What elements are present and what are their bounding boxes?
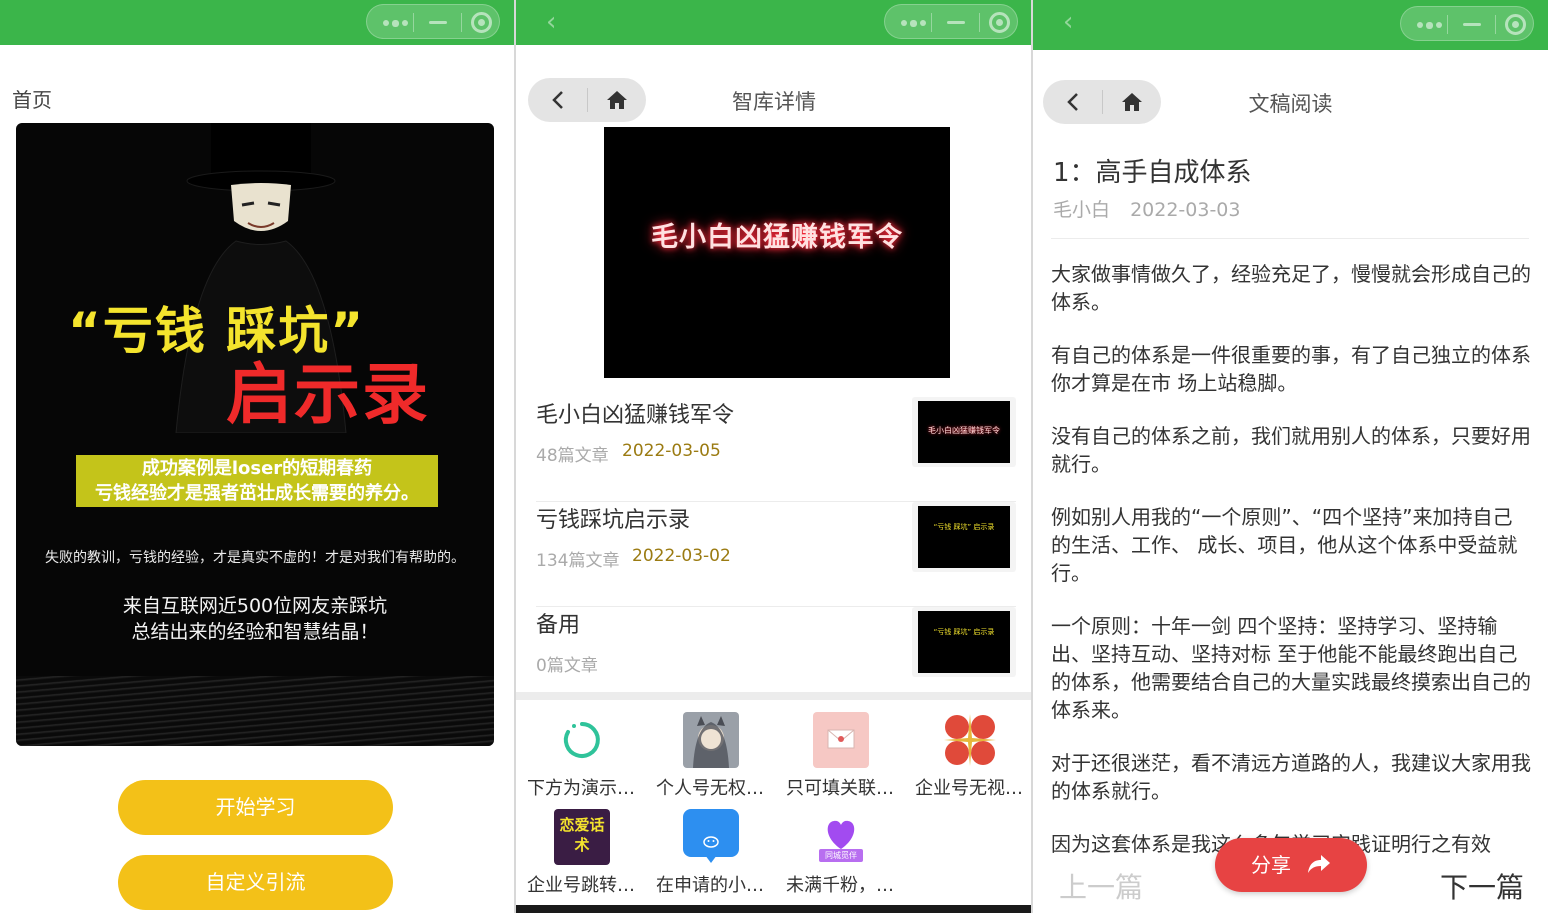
minimize-icon[interactable]: [947, 21, 965, 24]
envelope-icon: [813, 712, 869, 768]
traffic-gold-icon: [942, 712, 998, 768]
article-date: 2022-03-03: [1130, 199, 1241, 221]
close-target-icon[interactable]: [989, 12, 1010, 33]
app-label: 只可填关联…: [786, 778, 894, 799]
app-tile[interactable]: 恋爱话术 企业号跳转…: [521, 809, 641, 899]
share-label: 分享: [1251, 853, 1291, 877]
share-button[interactable]: 分享: [1215, 838, 1367, 892]
poster-mid-line2: 总结出来的经验和智慧结晶！: [131, 621, 379, 643]
article-reading-panel: ‹ 文稿阅读 1：高手自成体系 毛小白 2022-03-03 大家做事情做久了，…: [1033, 0, 1548, 913]
close-target-icon[interactable]: [471, 12, 492, 33]
page-title: 智库详情: [732, 90, 816, 114]
article-paragraph: 例如别人用我的“一个原则”、“四个坚持”来加持自己的生活、工作、 成长、项目，他…: [1051, 505, 1518, 585]
mini-program-capsule: [366, 4, 500, 39]
poster-band-line1: 成功案例是loser的短期春药: [141, 458, 373, 479]
start-learning-button[interactable]: 开始学习: [118, 780, 393, 835]
thumb-text: 毛小白凶猛赚钱军令: [928, 426, 1000, 435]
app-label: 下方为演示…: [527, 778, 635, 799]
section-separator: [516, 692, 1032, 700]
mini-program-capsule: [884, 4, 1018, 39]
app-tile[interactable]: 只可填关联…: [780, 712, 900, 802]
girl-avatar-icon: [683, 712, 739, 768]
previous-article-button[interactable]: 上一篇: [1059, 866, 1143, 906]
minimize-icon[interactable]: [429, 21, 447, 24]
article-paragraph: 大家做事情做久了，经验充足了，慢慢就会形成自己的体系。: [1051, 262, 1531, 314]
more-icon[interactable]: [1417, 21, 1442, 29]
heart-icon-text: 同城觅伴: [825, 851, 857, 860]
thumb-text: “亏钱 踩坑” 启示录: [933, 628, 995, 636]
app-label: 未满千粉，…: [786, 875, 894, 896]
banner-text: 毛小白凶猛赚钱军令: [651, 222, 903, 253]
item-title: 亏钱踩坑启示录: [536, 508, 691, 533]
poster-band: 成功案例是loser的短期春药 亏钱经验才是强者茁壮成长需要的养分。: [76, 455, 438, 507]
page-title: 首页: [12, 88, 52, 112]
back-arrow-icon[interactable]: ‹: [546, 9, 566, 35]
app-tile[interactable]: 同城觅伴 未满千粉，…: [780, 809, 900, 899]
list-item[interactable]: 毛小白凶猛赚钱军令 48篇文章 2022-03-05 毛小白凶猛赚钱军令: [536, 397, 1016, 502]
poster-mid-text: 来自互联网近500位网友亲踩坑 总结出来的经验和智慧结晶！: [16, 593, 494, 645]
app-tile[interactable]: 下方为演示…: [521, 712, 641, 802]
app-tile[interactable]: 个人号无权…: [650, 712, 770, 802]
minimize-icon[interactable]: [1463, 23, 1481, 26]
item-title: 毛小白凶猛赚钱军令: [536, 403, 735, 428]
article-title: 1：高手自成体系: [1053, 158, 1252, 188]
more-icon[interactable]: [901, 19, 926, 27]
mini-program-capsule: [1400, 6, 1534, 41]
item-count: 48篇文章: [536, 446, 609, 466]
app-label: 个人号无权…: [656, 778, 764, 799]
item-thumbnail: 毛小白凶猛赚钱军令: [912, 397, 1016, 467]
app-tile[interactable]: 在申请的小…: [650, 809, 770, 899]
item-count: 0篇文章: [536, 656, 598, 676]
item-count: 134篇文章: [536, 551, 620, 571]
poster-mid-line1: 来自互联网近500位网友亲踩坑: [122, 595, 388, 617]
app-tile[interactable]: 企业号无视…: [909, 712, 1029, 802]
article-author: 毛小白: [1053, 199, 1111, 221]
back-arrow-icon[interactable]: ‹: [1063, 9, 1083, 35]
thumb-text: “亏钱 踩坑” 启示录: [933, 523, 995, 531]
share-arrow-icon: [1308, 855, 1330, 873]
more-icon[interactable]: [383, 19, 408, 27]
article-nav-bar: 上一篇 分享 下一篇: [1033, 838, 1548, 913]
loading-icon: [563, 722, 600, 758]
article-body: 大家做事情做久了，经验充足了，慢慢就会形成自己的体系。 有自己的体系是一件很重要…: [1051, 260, 1531, 854]
top-bar: ‹: [1033, 0, 1548, 50]
article-paragraph: 对于还很迷茫，看不清远方道路的人，我建议大家用我的体系就行。: [1051, 751, 1531, 803]
list-item[interactable]: 亏钱踩坑启示录 134篇文章 2022-03-02 “亏钱 踩坑” 启示录: [536, 502, 1016, 607]
next-article-button[interactable]: 下一篇: [1440, 866, 1524, 906]
article-paragraph: 一个原则：十年一剑 四个坚持：坚持学习、坚持输出、坚持互动、坚持对标 至于他能不…: [1051, 614, 1531, 722]
app-label: 企业号跳转…: [527, 875, 635, 896]
item-thumbnail: “亏钱 踩坑” 启示录: [912, 607, 1016, 677]
chat-bubble-icon: [683, 809, 739, 863]
poster-headline-big: 启示录: [226, 356, 430, 433]
item-title: 备用: [536, 613, 581, 638]
article-paragraph: 没有自己的体系之前，我们就用别人的体系，只要好用就行。: [1051, 424, 1531, 476]
water-reflection: [16, 676, 494, 746]
poster-image[interactable]: “亏钱 踩坑” 启示录 成功案例是loser的短期春药 亏钱经验才是强者茁壮成长…: [16, 123, 494, 746]
poster-band-line2: 亏钱经验才是强者茁壮成长需要的养分。: [95, 483, 419, 504]
divider-line: [1051, 238, 1529, 239]
top-bar: [0, 0, 514, 45]
custom-traffic-button[interactable]: 自定义引流: [118, 855, 393, 910]
item-date: 2022-03-05: [622, 441, 721, 461]
knowledge-detail-panel: ‹ 智库详情 毛小白凶猛赚钱军令 毛小白凶猛赚钱军令 48篇文章 2022-03…: [516, 0, 1032, 913]
article-meta: 毛小白 2022-03-03: [1053, 195, 1254, 222]
love-talk-icon: 恋爱话术: [554, 809, 610, 865]
top-bar: ‹: [516, 0, 1032, 45]
bottom-strip: [516, 905, 1032, 913]
app-label: 在申请的小…: [656, 875, 764, 896]
close-target-icon[interactable]: [1505, 14, 1526, 35]
home-panel: 首页 “亏钱 踩坑” 启示录 成功案例是loser的短期春药 亏钱经验才是强者茁…: [0, 0, 514, 913]
poster-small-text: 失败的教训，亏钱的经验，才是真实不虚的！才是对我们有帮助的。: [45, 550, 465, 566]
banner-image: 毛小白凶猛赚钱军令: [604, 127, 950, 378]
page-title: 文稿阅读: [1248, 92, 1333, 116]
article-paragraph: 有自己的体系是一件很重要的事，有了自己独立的体系你才算是在市 场上站稳脚。: [1051, 343, 1531, 395]
item-date: 2022-03-02: [632, 546, 731, 566]
item-thumbnail: “亏钱 踩坑” 启示录: [912, 502, 1016, 572]
app-label: 企业号无视…: [915, 778, 1023, 799]
